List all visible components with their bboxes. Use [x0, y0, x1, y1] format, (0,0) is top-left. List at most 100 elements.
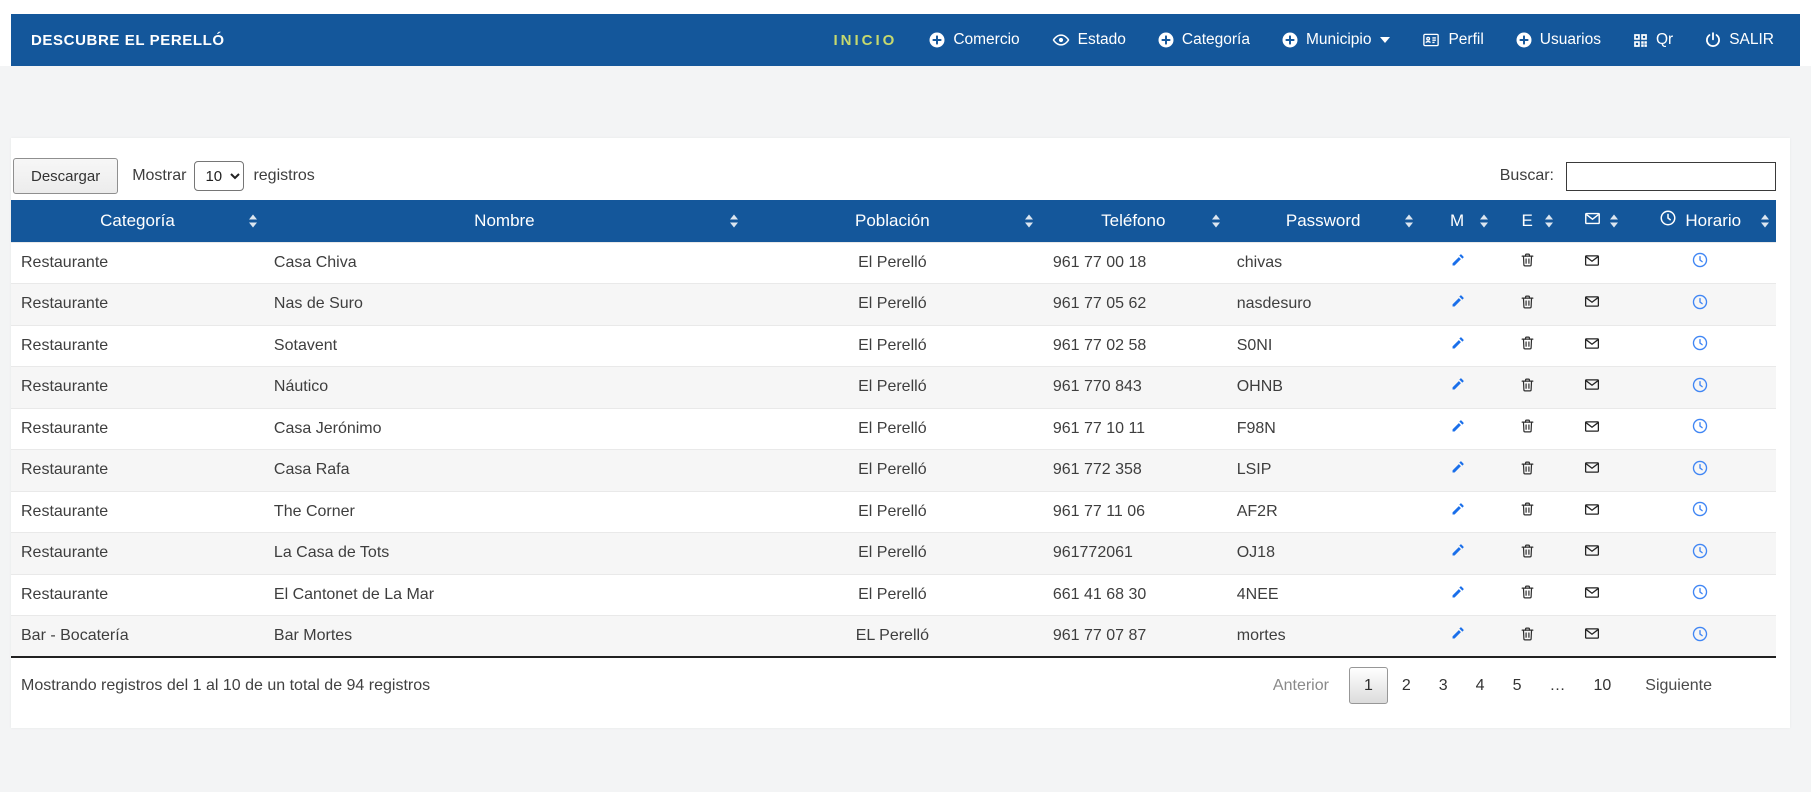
edit-button[interactable] — [1449, 335, 1466, 352]
email-button[interactable] — [1583, 625, 1601, 642]
delete-button[interactable] — [1519, 583, 1536, 601]
page-number[interactable]: … — [1535, 668, 1579, 703]
cell-password: AF2R — [1227, 491, 1420, 533]
table-footer: Mostrando registros del 1 al 10 de un to… — [11, 658, 1776, 720]
delete-button[interactable] — [1519, 376, 1536, 394]
email-button[interactable] — [1583, 335, 1601, 352]
page-number[interactable]: 5 — [1499, 668, 1536, 703]
email-button[interactable] — [1583, 252, 1601, 269]
records-label: registros — [253, 167, 314, 185]
pencil-icon — [1449, 588, 1466, 605]
column-header-nombre[interactable]: Nombre — [264, 200, 745, 242]
column-header-email[interactable] — [1560, 200, 1625, 242]
email-button[interactable] — [1583, 542, 1601, 559]
column-header-horario[interactable]: Horario — [1625, 200, 1776, 242]
column-header-categoria[interactable]: Categoría — [11, 200, 264, 242]
column-header-modificar[interactable]: M — [1420, 200, 1495, 242]
schedule-button[interactable] — [1691, 376, 1709, 394]
delete-button[interactable] — [1519, 459, 1536, 477]
cell-categoria: Restaurante — [11, 242, 264, 284]
schedule-button[interactable] — [1691, 293, 1709, 311]
schedule-button[interactable] — [1691, 334, 1709, 352]
nav-item-salir[interactable]: SALIR — [1704, 31, 1774, 49]
delete-button[interactable] — [1519, 293, 1536, 311]
page-number[interactable]: 1 — [1349, 667, 1388, 704]
schedule-button[interactable] — [1691, 500, 1709, 518]
cell-categoria: Restaurante — [11, 533, 264, 575]
edit-button[interactable] — [1449, 542, 1466, 559]
schedule-button[interactable] — [1691, 583, 1709, 601]
page-number[interactable]: 4 — [1462, 668, 1499, 703]
edit-button[interactable] — [1449, 459, 1466, 476]
email-button[interactable] — [1583, 459, 1601, 476]
edit-button[interactable] — [1449, 252, 1466, 269]
envelope-icon — [1583, 380, 1601, 397]
delete-button[interactable] — [1519, 417, 1536, 435]
schedule-button[interactable] — [1691, 625, 1709, 643]
email-button[interactable] — [1583, 293, 1601, 310]
envelope-icon — [1583, 210, 1602, 232]
pencil-icon — [1449, 339, 1466, 356]
brand[interactable]: DESCUBRE EL PERELLÓ — [31, 32, 225, 49]
email-button[interactable] — [1583, 418, 1601, 435]
delete-button[interactable] — [1519, 625, 1536, 643]
page-number[interactable]: 10 — [1579, 668, 1625, 703]
schedule-button[interactable] — [1691, 542, 1709, 560]
cell-password: S0NI — [1227, 325, 1420, 367]
envelope-icon — [1583, 256, 1601, 273]
sort-icon — [1480, 214, 1488, 227]
delete-button[interactable] — [1519, 500, 1536, 518]
nav-item-estado[interactable]: Estado — [1051, 31, 1126, 49]
delete-button[interactable] — [1519, 542, 1536, 560]
edit-button[interactable] — [1449, 584, 1466, 601]
nav-item-municipio[interactable]: Municipio — [1281, 31, 1390, 49]
trash-icon — [1519, 464, 1536, 481]
trash-icon — [1519, 339, 1536, 356]
edit-button[interactable] — [1449, 501, 1466, 518]
edit-button[interactable] — [1449, 418, 1466, 435]
nav-item-label: INICIO — [833, 32, 897, 49]
delete-button[interactable] — [1519, 251, 1536, 269]
column-header-telefono[interactable]: Teléfono — [1040, 200, 1227, 242]
schedule-button[interactable] — [1691, 459, 1709, 477]
cell-nombre: El Cantonet de La Mar — [264, 574, 745, 616]
column-header-poblacion[interactable]: Población — [745, 200, 1040, 242]
cell-poblacion: El Perelló — [745, 284, 1040, 326]
nav-item-perfil[interactable]: Perfil — [1421, 31, 1483, 49]
cell-telefono: 961 77 02 58 — [1040, 325, 1227, 367]
nav-item-usuarios[interactable]: Usuarios — [1515, 31, 1601, 49]
cell-categoria: Restaurante — [11, 491, 264, 533]
cell-nombre: Náutico — [264, 367, 745, 409]
edit-button[interactable] — [1449, 625, 1466, 642]
envelope-icon — [1583, 629, 1601, 646]
cell-poblacion: El Perelló — [745, 325, 1040, 367]
page-number[interactable]: 3 — [1425, 668, 1462, 703]
edit-button[interactable] — [1449, 376, 1466, 393]
delete-button[interactable] — [1519, 334, 1536, 352]
pagination-next[interactable]: Siguiente — [1631, 668, 1726, 704]
nav-item-comercio[interactable]: Comercio — [928, 31, 1019, 49]
download-button[interactable]: Descargar — [13, 158, 118, 194]
page-number[interactable]: 2 — [1388, 668, 1425, 703]
nav-item-qr[interactable]: Qr — [1632, 31, 1673, 49]
envelope-icon — [1583, 588, 1601, 605]
clock-icon — [1691, 298, 1709, 315]
email-button[interactable] — [1583, 584, 1601, 601]
search-input[interactable] — [1566, 162, 1776, 191]
schedule-button[interactable] — [1691, 417, 1709, 435]
email-button[interactable] — [1583, 501, 1601, 518]
column-header-password[interactable]: Password — [1227, 200, 1420, 242]
schedule-button[interactable] — [1691, 251, 1709, 269]
edit-button[interactable] — [1449, 293, 1466, 310]
pagination-previous[interactable]: Anterior — [1259, 668, 1343, 704]
nav-item-categoria[interactable]: Categoría — [1157, 31, 1250, 49]
page-size-select[interactable]: 10 — [194, 161, 244, 191]
column-header-eliminar[interactable]: E — [1495, 200, 1560, 242]
table-row: Restaurante Nas de Suro El Perelló 961 7… — [11, 284, 1776, 326]
nav-item-inicio[interactable]: INICIO — [833, 32, 897, 49]
envelope-icon — [1583, 297, 1601, 314]
cell-nombre: La Casa de Tots — [264, 533, 745, 575]
plus-circle-icon — [1157, 31, 1175, 49]
nav-item-label: Categoría — [1182, 31, 1250, 49]
email-button[interactable] — [1583, 376, 1601, 393]
